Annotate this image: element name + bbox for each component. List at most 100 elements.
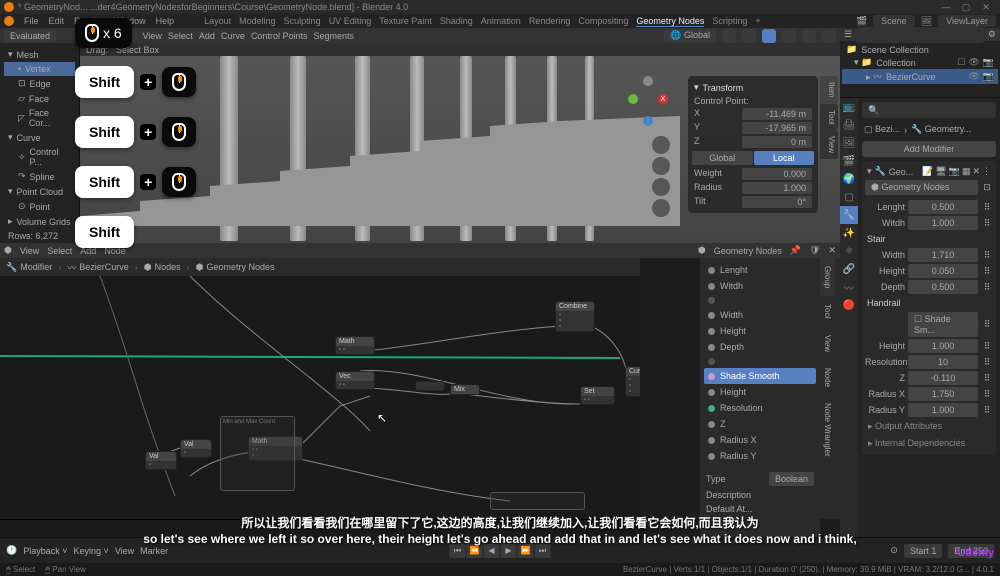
volume-grids[interactable]: ▸ Volume Grids — [4, 214, 75, 229]
outliner-search[interactable] — [856, 27, 984, 43]
nav-gizmo[interactable]: X — [620, 76, 670, 126]
expand-icon[interactable]: ▾ — [867, 166, 872, 177]
transform-weight[interactable]: 0.000 — [742, 168, 812, 180]
group-input-depth[interactable]: Depth — [704, 339, 816, 355]
tab-rendering[interactable]: Rendering — [529, 16, 571, 27]
mod-depth[interactable]: 0.500 — [908, 280, 978, 294]
group-input-width[interactable]: Width — [704, 307, 816, 323]
viewlayer-selector[interactable]: ViewLayer — [938, 15, 996, 27]
output-attrs-expand[interactable]: ▸ Output Attributes — [865, 418, 993, 435]
tl-marker[interactable]: Marker — [140, 546, 168, 556]
orientation-dropdown[interactable]: 🌐 Global — [664, 29, 716, 42]
mod-realtime-icon[interactable]: 🖥 — [935, 166, 946, 177]
tab-compositing[interactable]: Compositing — [578, 16, 628, 27]
perspective-icon[interactable] — [652, 199, 670, 217]
node-frame[interactable]: Min and Max Count — [220, 416, 295, 491]
group-input-resolution[interactable]: Resolution — [704, 400, 816, 416]
mod-extras-icon[interactable]: ⋮ — [982, 166, 991, 177]
attr-icon[interactable]: ⠿ — [981, 389, 993, 400]
node[interactable]: Val▫ — [180, 439, 212, 458]
pan-icon[interactable] — [652, 157, 670, 175]
timeline-type-icon[interactable]: 🕐 — [6, 545, 17, 556]
n-tab-view[interactable]: View — [820, 130, 838, 159]
prop-tab-output[interactable]: 🖨 — [840, 116, 858, 134]
group-input-height2[interactable]: Height — [704, 384, 816, 400]
menu-edit[interactable]: Edit — [49, 16, 65, 26]
node[interactable]: Curve▫▫▫ — [625, 366, 640, 397]
group-input-shade-smooth[interactable]: Shade Smooth — [704, 368, 816, 384]
mod-height[interactable]: 0.050 — [908, 264, 978, 278]
menu-file[interactable]: File — [24, 16, 39, 26]
prop-tab-physics[interactable]: ⚛ — [840, 242, 858, 260]
attr-icon[interactable]: ⠿ — [981, 202, 993, 213]
attr-icon[interactable]: ⠿ — [981, 319, 993, 330]
group-input-witdh[interactable]: Witdh — [704, 278, 816, 294]
attr-icon[interactable]: ⠿ — [981, 218, 993, 229]
node[interactable]: Set▫ ▫ — [580, 386, 615, 405]
global-toggle[interactable]: Global — [692, 151, 753, 165]
minimize-button[interactable]: — — [936, 2, 956, 12]
outliner-scene-collection[interactable]: 📁 Scene Collection — [842, 43, 998, 56]
mesh-point[interactable]: ⊙ Point — [4, 199, 75, 214]
tl-keying[interactable]: Keying ˅ — [74, 546, 109, 556]
crumb-modifier[interactable]: 🔧 Modifier — [6, 262, 52, 273]
outliner-collection[interactable]: ▾ 📁 Collection ☐👁📷 — [842, 56, 998, 69]
node[interactable]: Vec▫ ▫ — [335, 371, 375, 390]
shading-material-icon[interactable] — [802, 29, 816, 43]
exclude-icon[interactable]: ☐ — [957, 57, 965, 68]
mesh-point-cloud[interactable]: ▾ Point Cloud — [4, 184, 75, 199]
autokey-icon[interactable]: ⊙ — [890, 545, 898, 556]
n-tab-tool[interactable]: Tool — [820, 104, 838, 131]
tab-animation[interactable]: Animation — [481, 16, 521, 27]
node[interactable]: Val▫ — [145, 451, 177, 470]
mod-render-icon[interactable]: 📷 — [949, 166, 960, 177]
transform-z[interactable]: 0 m — [742, 136, 812, 148]
node[interactable]: Mix — [450, 384, 480, 395]
prop-tab-material[interactable]: 🔴 — [840, 296, 858, 314]
transform-x[interactable]: -11.469 m — [742, 108, 812, 120]
group-panel-sep2[interactable] — [704, 355, 816, 368]
maximize-button[interactable]: ▢ — [956, 2, 976, 13]
prop-tab-constraints[interactable]: 🔗 — [840, 260, 858, 278]
close-tree-icon[interactable]: ✕ — [828, 245, 836, 256]
crumb-mod[interactable]: 🔧 Geometry... — [911, 124, 971, 135]
axis-y-icon[interactable] — [628, 94, 638, 104]
camera-icon[interactable] — [652, 178, 670, 196]
attr-icon[interactable]: ⠿ — [981, 341, 993, 352]
attr-icon[interactable]: ⠿ — [981, 250, 993, 261]
n-tab-item[interactable]: Item — [820, 76, 838, 104]
prop-tab-particles[interactable]: ✨ — [840, 224, 858, 242]
vp-control-points[interactable]: Control Points — [251, 31, 308, 41]
node[interactable]: Combine▫▫▫ — [555, 301, 595, 332]
eye-icon[interactable]: 👁 — [968, 57, 979, 68]
node-tree-selector[interactable]: Geometry Nodes — [714, 246, 782, 256]
group-input-radiusy[interactable]: Radius Y — [704, 448, 816, 464]
mesh-face-corner[interactable]: ◸ Face Cor... — [4, 106, 75, 130]
tab-scripting[interactable]: Scripting — [712, 16, 747, 27]
transform-radius[interactable]: 1.000 — [742, 182, 812, 194]
prop-tab-object[interactable]: ▢ — [840, 188, 858, 206]
vp-segments[interactable]: Segments — [313, 31, 354, 41]
group-input-height[interactable]: Height — [704, 323, 816, 339]
filter-icon[interactable]: ⚙ — [988, 29, 996, 40]
tab-sculpting[interactable]: Sculpting — [284, 16, 321, 27]
shading-wire-icon[interactable] — [782, 29, 796, 43]
internal-deps-expand[interactable]: ▸ Internal Dependencies — [865, 435, 993, 452]
attr-icon[interactable]: ⠿ — [981, 266, 993, 277]
mesh-face[interactable]: ▱ Face — [4, 91, 75, 106]
tab-shading[interactable]: Shading — [440, 16, 473, 27]
shading-render-icon[interactable] — [822, 29, 836, 43]
vp-add[interactable]: Add — [199, 31, 215, 41]
attr-icon[interactable]: ⠿ — [981, 373, 993, 384]
transform-tilt[interactable]: 0° — [742, 196, 812, 208]
axis-x-icon[interactable]: X — [658, 94, 668, 104]
node[interactable]: Math▫ ▫ — [335, 336, 375, 355]
render-icon[interactable]: 📷 — [983, 71, 994, 82]
zoom-icon[interactable] — [652, 136, 670, 154]
node-tree-field[interactable]: ⬢ Geometry Nodes — [865, 180, 978, 195]
mod-radiusx[interactable]: 1.750 — [908, 387, 978, 401]
outliner-type-icon[interactable]: ☰ — [844, 29, 852, 40]
node-frame[interactable] — [490, 492, 585, 510]
nst-node[interactable]: Node — [820, 360, 835, 395]
render-icon[interactable]: 📷 — [983, 57, 994, 68]
